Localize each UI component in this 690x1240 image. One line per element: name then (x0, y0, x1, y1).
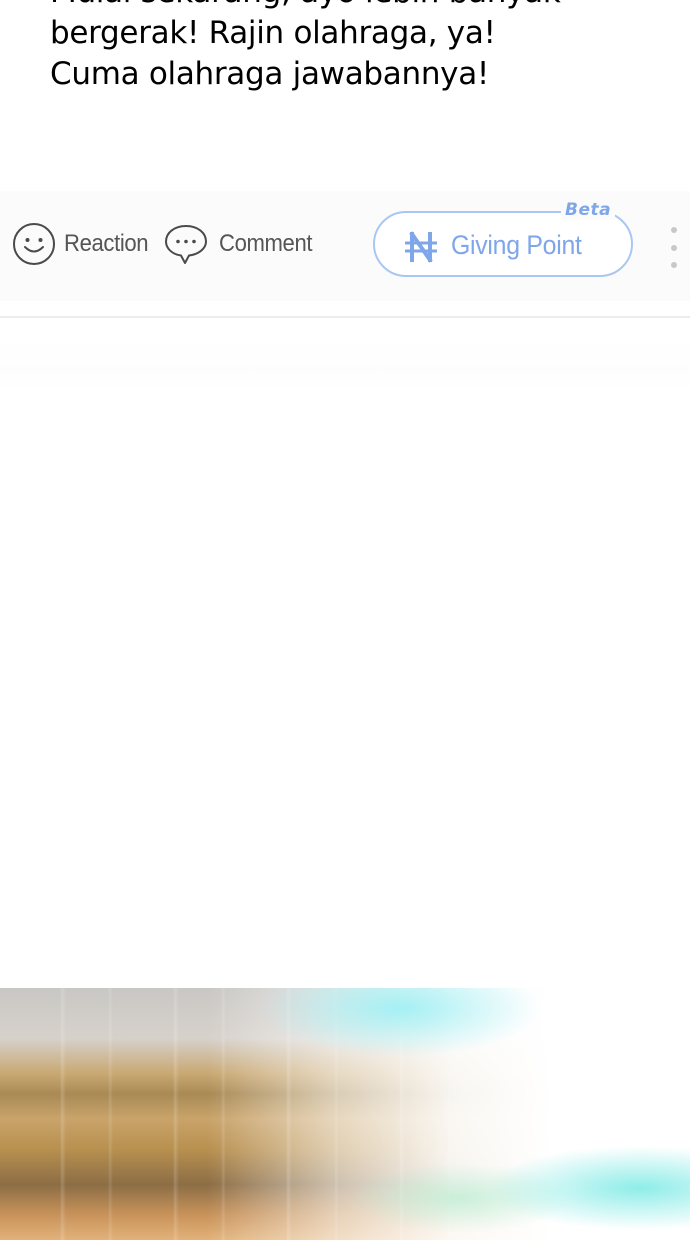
post-text-line: Cuma olahraga jawabannya! (50, 56, 490, 92)
comment-button[interactable]: Comment (163, 221, 320, 267)
post-text: Mulai sekarang, ayo lebih banyak bergera… (50, 0, 650, 95)
more-options-button[interactable] (664, 227, 684, 273)
post-text-line: Mulai sekarang, ayo lebih banyak (50, 0, 650, 13)
beta-badge: Beta (561, 200, 616, 220)
post-action-bar: Reaction Comment Giving Point Beta (0, 191, 690, 301)
reaction-button[interactable]: Reaction (11, 221, 156, 267)
reaction-label: Reaction (64, 230, 149, 257)
speech-bubble-icon (163, 221, 209, 267)
giving-point-button[interactable]: Giving Point Beta (373, 200, 633, 277)
giving-point-label: Giving Point (451, 230, 582, 260)
post-text-line: bergerak! Rajin olahraga, ya! (50, 15, 496, 51)
comment-label: Comment (219, 230, 313, 257)
naira-icon (403, 230, 439, 264)
faded-content-area (0, 340, 690, 390)
smiley-icon (11, 221, 57, 267)
divider (0, 316, 690, 318)
blurred-post-image (0, 988, 690, 1240)
